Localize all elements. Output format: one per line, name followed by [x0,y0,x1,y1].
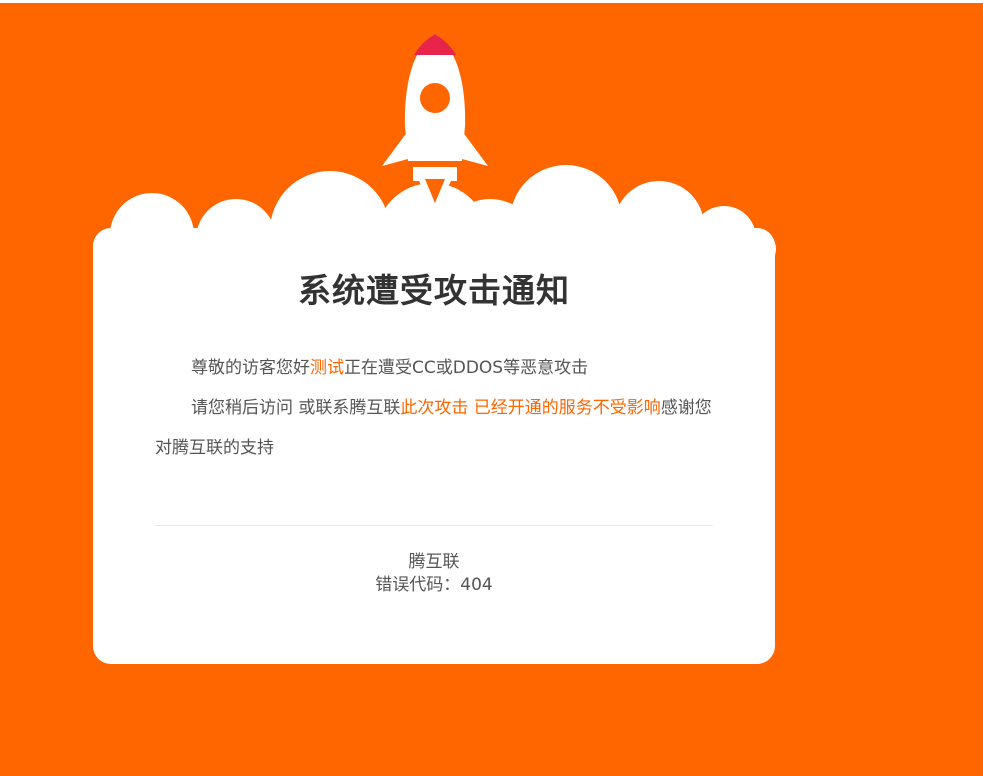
site-name: 测试 [310,358,344,378]
rocket-icon [382,34,488,213]
line1-prefix: 尊敬的访客您好 [191,358,310,378]
page-background: 系统遭受攻击通知 尊敬的访客您好测试正在遭受CC或DDOS等恶意攻击 请您稍后访… [0,3,983,776]
notice-message: 尊敬的访客您好测试正在遭受CC或DDOS等恶意攻击 请您稍后访问 或联系腾互联此… [155,348,715,468]
divider [155,525,713,526]
notice-line-1: 尊敬的访客您好测试正在遭受CC或DDOS等恶意攻击 [155,348,715,388]
footer-brand: 腾互联 [408,552,460,572]
footer: 腾互联 错误代码：404 [93,551,775,597]
line2-prefix: 请您稍后访问 或联系腾互联 [191,398,401,418]
line1-suffix: 正在遭受CC或DDOS等恶意攻击 [344,358,589,378]
error-code: 错误代码：404 [375,575,493,595]
notice-line-2: 请您稍后访问 或联系腾互联此次攻击 已经开通的服务不受影响感谢您对腾互联的支持 [155,388,715,468]
page-title: 系统遭受攻击通知 [298,271,570,310]
service-status-highlight: 此次攻击 已经开通的服务不受影响 [400,398,661,418]
notice-card: 系统遭受攻击通知 尊敬的访客您好测试正在遭受CC或DDOS等恶意攻击 请您稍后访… [93,228,775,664]
